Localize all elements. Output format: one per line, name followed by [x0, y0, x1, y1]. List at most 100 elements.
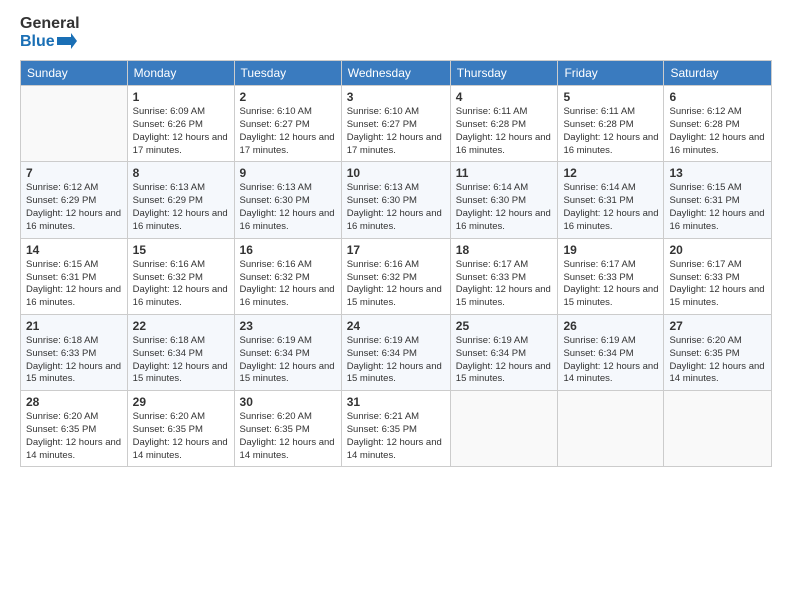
sunrise-line: Sunrise: 6:14 AM	[563, 182, 658, 195]
day-info: Sunrise: 6:17 AMSunset: 6:33 PMDaylight:…	[669, 259, 766, 310]
day-number: 13	[669, 166, 766, 180]
sunset-line: Sunset: 6:27 PM	[240, 119, 336, 132]
day-number: 25	[456, 319, 553, 333]
day-number: 29	[133, 395, 229, 409]
calendar-table: SundayMondayTuesdayWednesdayThursdayFrid…	[20, 60, 772, 467]
sunrise-line: Sunrise: 6:10 AM	[240, 106, 336, 119]
day-number: 1	[133, 90, 229, 104]
day-number: 15	[133, 243, 229, 257]
day-info: Sunrise: 6:11 AMSunset: 6:28 PMDaylight:…	[563, 106, 658, 157]
logo-general: General	[20, 15, 80, 33]
sunrise-line: Sunrise: 6:21 AM	[347, 411, 445, 424]
sunrise-line: Sunrise: 6:13 AM	[133, 182, 229, 195]
daylight-line: Daylight: 12 hours and15 minutes.	[26, 361, 122, 387]
calendar-cell: 20Sunrise: 6:17 AMSunset: 6:33 PMDayligh…	[664, 238, 772, 314]
daylight-line: Daylight: 12 hours and16 minutes.	[347, 208, 445, 234]
calendar-cell	[664, 391, 772, 467]
sunrise-line: Sunrise: 6:16 AM	[347, 259, 445, 272]
day-number: 18	[456, 243, 553, 257]
calendar-cell: 3Sunrise: 6:10 AMSunset: 6:27 PMDaylight…	[341, 86, 450, 162]
sunset-line: Sunset: 6:29 PM	[133, 195, 229, 208]
day-info: Sunrise: 6:13 AMSunset: 6:30 PMDaylight:…	[240, 182, 336, 233]
week-row-0: 1Sunrise: 6:09 AMSunset: 6:26 PMDaylight…	[21, 86, 772, 162]
daylight-line: Daylight: 12 hours and16 minutes.	[669, 132, 766, 158]
sunset-line: Sunset: 6:34 PM	[240, 348, 336, 361]
sunset-line: Sunset: 6:28 PM	[563, 119, 658, 132]
day-number: 8	[133, 166, 229, 180]
day-info: Sunrise: 6:14 AMSunset: 6:31 PMDaylight:…	[563, 182, 658, 233]
day-info: Sunrise: 6:20 AMSunset: 6:35 PMDaylight:…	[669, 335, 766, 386]
sunset-line: Sunset: 6:33 PM	[669, 272, 766, 285]
sunset-line: Sunset: 6:27 PM	[347, 119, 445, 132]
sunrise-line: Sunrise: 6:13 AM	[240, 182, 336, 195]
calendar-cell	[558, 391, 664, 467]
sunset-line: Sunset: 6:26 PM	[133, 119, 229, 132]
sunset-line: Sunset: 6:35 PM	[133, 424, 229, 437]
sunset-line: Sunset: 6:32 PM	[347, 272, 445, 285]
calendar-cell: 4Sunrise: 6:11 AMSunset: 6:28 PMDaylight…	[450, 86, 558, 162]
calendar-cell: 12 Sunrise: 6:14 AMSunset: 6:31 PMDayligh…	[558, 162, 664, 238]
daylight-line: Daylight: 12 hours and16 minutes.	[133, 208, 229, 234]
day-info: Sunrise: 6:09 AMSunset: 6:26 PMDaylight:…	[133, 106, 229, 157]
day-info: Sunrise: 6:18 AMSunset: 6:33 PMDaylight:…	[26, 335, 122, 386]
sunrise-line: Sunrise: 6:09 AM	[133, 106, 229, 119]
sunrise-line: Sunrise: 6:18 AM	[26, 335, 122, 348]
sunset-line: Sunset: 6:33 PM	[563, 272, 658, 285]
day-info: Sunrise: 6:13 AMSunset: 6:30 PMDaylight:…	[347, 182, 445, 233]
calendar-cell: 6Sunrise: 6:12 AMSunset: 6:28 PMDaylight…	[664, 86, 772, 162]
day-info: Sunrise: 6:17 AMSunset: 6:33 PMDaylight:…	[563, 259, 658, 310]
sunset-line: Sunset: 6:30 PM	[456, 195, 553, 208]
sunset-line: Sunset: 6:28 PM	[456, 119, 553, 132]
day-number: 12	[563, 166, 658, 180]
sunrise-line: Sunrise: 6:17 AM	[456, 259, 553, 272]
day-info: Sunrise: 6:18 AMSunset: 6:34 PMDaylight:…	[133, 335, 229, 386]
day-number: 16	[240, 243, 336, 257]
weekday-header-row: SundayMondayTuesdayWednesdayThursdayFrid…	[21, 61, 772, 86]
day-info: Sunrise: 6:16 AMSunset: 6:32 PMDaylight:…	[133, 259, 229, 310]
daylight-line: Daylight: 12 hours and14 minutes.	[563, 361, 658, 387]
sunrise-line: Sunrise: 6:18 AM	[133, 335, 229, 348]
calendar-cell: 13Sunrise: 6:15 AMSunset: 6:31 PMDayligh…	[664, 162, 772, 238]
sunset-line: Sunset: 6:33 PM	[456, 272, 553, 285]
daylight-line: Daylight: 12 hours and14 minutes.	[133, 437, 229, 463]
calendar-cell: 25 Sunrise: 6:19 AMSunset: 6:34 PMDayligh…	[450, 314, 558, 390]
daylight-line: Daylight: 12 hours and16 minutes.	[456, 132, 553, 158]
calendar-cell: 14Sunrise: 6:15 AMSunset: 6:31 PMDayligh…	[21, 238, 128, 314]
sunrise-line: Sunrise: 6:11 AM	[563, 106, 658, 119]
sunrise-line: Sunrise: 6:10 AM	[347, 106, 445, 119]
day-info: Sunrise: 6:19 AMSunset: 6:34 PMDaylight:…	[347, 335, 445, 386]
sunrise-line: Sunrise: 6:17 AM	[669, 259, 766, 272]
daylight-line: Daylight: 12 hours and16 minutes.	[26, 284, 122, 310]
day-info: Sunrise: 6:10 AMSunset: 6:27 PMDaylight:…	[347, 106, 445, 157]
sunset-line: Sunset: 6:34 PM	[347, 348, 445, 361]
day-info: Sunrise: 6:20 AMSunset: 6:35 PMDaylight:…	[133, 411, 229, 462]
calendar-cell: 7Sunrise: 6:12 AMSunset: 6:29 PMDaylight…	[21, 162, 128, 238]
daylight-line: Daylight: 12 hours and16 minutes.	[240, 284, 336, 310]
daylight-line: Daylight: 12 hours and15 minutes.	[563, 284, 658, 310]
sunrise-line: Sunrise: 6:19 AM	[347, 335, 445, 348]
sunrise-line: Sunrise: 6:20 AM	[240, 411, 336, 424]
week-row-1: 7Sunrise: 6:12 AMSunset: 6:29 PMDaylight…	[21, 162, 772, 238]
day-number: 21	[26, 319, 122, 333]
sunset-line: Sunset: 6:32 PM	[133, 272, 229, 285]
day-number: 10	[347, 166, 445, 180]
calendar-cell: 17Sunrise: 6:16 AMSunset: 6:32 PMDayligh…	[341, 238, 450, 314]
calendar-cell	[21, 86, 128, 162]
day-number: 19	[563, 243, 658, 257]
daylight-line: Daylight: 12 hours and16 minutes.	[669, 208, 766, 234]
day-info: Sunrise: 6:13 AMSunset: 6:29 PMDaylight:…	[133, 182, 229, 233]
daylight-line: Daylight: 12 hours and14 minutes.	[240, 437, 336, 463]
sunrise-line: Sunrise: 6:13 AM	[347, 182, 445, 195]
sunrise-line: Sunrise: 6:11 AM	[456, 106, 553, 119]
calendar-cell: 23Sunrise: 6:19 AMSunset: 6:34 PMDayligh…	[234, 314, 341, 390]
calendar-cell: 29 Sunrise: 6:20 AMSunset: 6:35 PMDayligh…	[127, 391, 234, 467]
day-number: 7	[26, 166, 122, 180]
sunrise-line: Sunrise: 6:20 AM	[133, 411, 229, 424]
sunrise-line: Sunrise: 6:20 AM	[26, 411, 122, 424]
day-info: Sunrise: 6:15 AMSunset: 6:31 PMDaylight:…	[26, 259, 122, 310]
day-info: Sunrise: 6:19 AMSunset: 6:34 PMDaylight:…	[456, 335, 553, 386]
day-info: Sunrise: 6:16 AMSunset: 6:32 PMDaylight:…	[347, 259, 445, 310]
daylight-line: Daylight: 12 hours and14 minutes.	[26, 437, 122, 463]
calendar-cell: 31Sunrise: 6:21 AMSunset: 6:35 PMDayligh…	[341, 391, 450, 467]
calendar-cell: 27Sunrise: 6:20 AMSunset: 6:35 PMDayligh…	[664, 314, 772, 390]
